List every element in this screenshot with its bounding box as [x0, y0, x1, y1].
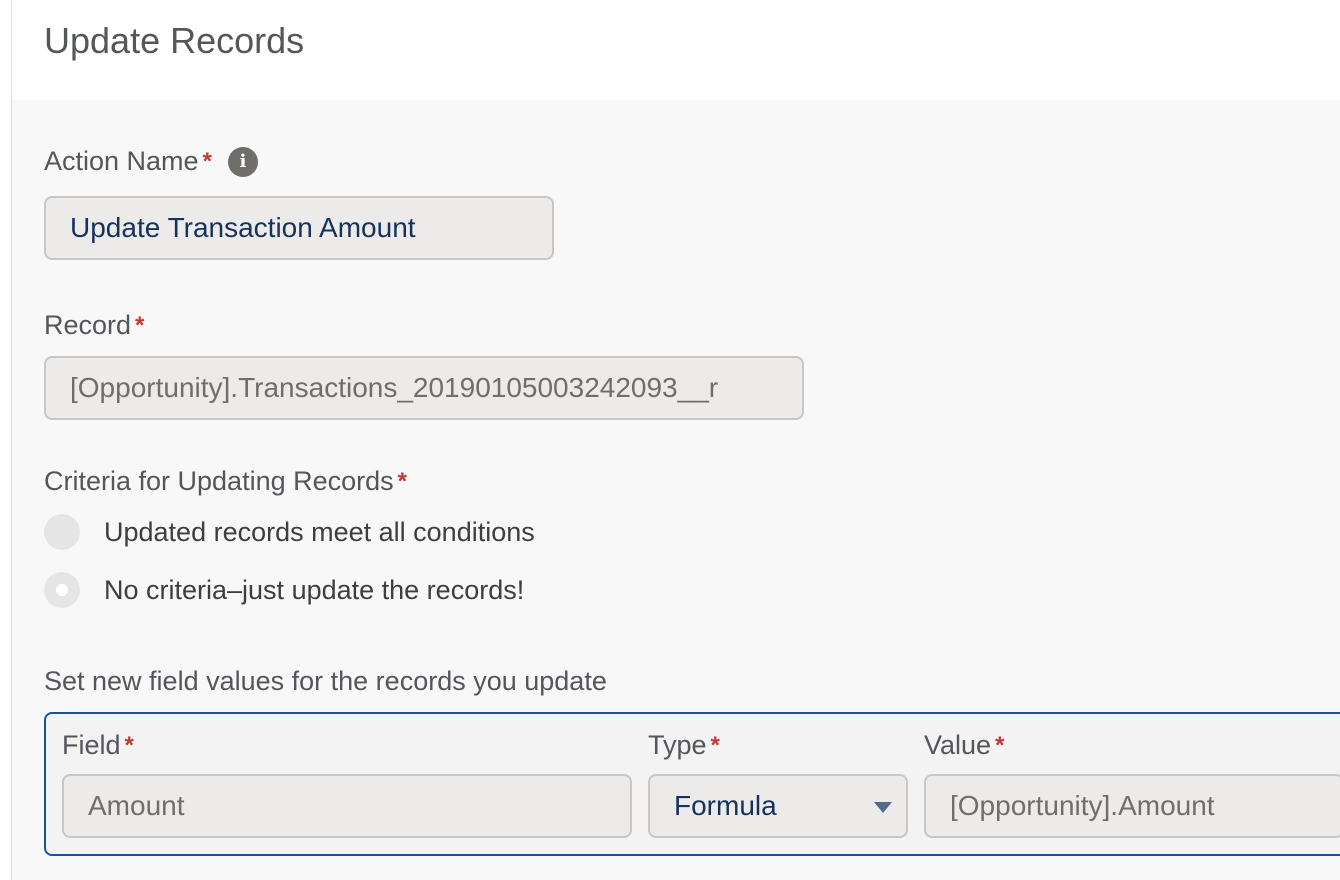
type-select[interactable]: Formula: [648, 774, 908, 838]
action-name-label: Action Name * i: [44, 146, 258, 177]
criteria-label: Criteria for Updating Records *: [44, 466, 407, 497]
field-column-label: Field *: [62, 730, 134, 761]
action-name-input[interactable]: Update Transaction Amount: [44, 196, 554, 260]
radio-dot-icon: [56, 584, 68, 596]
required-asterisk: *: [710, 731, 720, 759]
field-value: Amount: [88, 790, 185, 821]
caret-down-icon: [874, 802, 892, 813]
criteria-option-all-conditions[interactable]: Updated records meet all conditions: [44, 514, 535, 550]
left-rail: [0, 0, 12, 880]
action-name-label-text: Action Name: [44, 146, 199, 176]
field-values-section-text: Set new field values for the records you…: [44, 666, 607, 696]
type-value: Formula: [674, 790, 777, 821]
type-column-text: Type: [648, 730, 707, 760]
record-label-text: Record: [44, 310, 132, 340]
value-input[interactable]: [Opportunity].Amount: [924, 774, 1340, 838]
field-input[interactable]: Amount: [62, 774, 632, 838]
action-name-value: Update Transaction Amount: [70, 212, 416, 243]
value-column-label: Value *: [924, 730, 1004, 761]
required-asterisk: *: [202, 147, 212, 175]
record-input[interactable]: [Opportunity].Transactions_2019010500324…: [44, 356, 804, 420]
field-column-text: Field: [62, 730, 121, 760]
info-icon[interactable]: i: [227, 146, 258, 177]
type-column-label: Type *: [648, 730, 720, 761]
radio-button-selected[interactable]: [44, 572, 80, 608]
record-label: Record *: [44, 310, 144, 341]
criteria-option-no-criteria[interactable]: No criteria–just update the records!: [44, 572, 524, 608]
panel-header: Update Records: [12, 0, 1340, 100]
criteria-label-text: Criteria for Updating Records: [44, 466, 394, 496]
required-asterisk: *: [397, 467, 407, 495]
radio-label: Updated records meet all conditions: [104, 516, 535, 547]
value-column-text: Value: [924, 730, 992, 760]
field-value-row: Field * Type * Value * Amount Formula [O…: [44, 712, 1340, 856]
page-title: Update Records: [44, 20, 305, 61]
field-values-section-label: Set new field values for the records you…: [44, 666, 607, 697]
required-asterisk: *: [124, 731, 134, 759]
required-asterisk: *: [135, 311, 145, 339]
radio-button-unselected[interactable]: [44, 514, 80, 550]
radio-label: No criteria–just update the records!: [104, 574, 525, 605]
required-asterisk: *: [995, 731, 1005, 759]
value-value: [Opportunity].Amount: [950, 790, 1215, 821]
record-value: [Opportunity].Transactions_2019010500324…: [70, 372, 719, 403]
